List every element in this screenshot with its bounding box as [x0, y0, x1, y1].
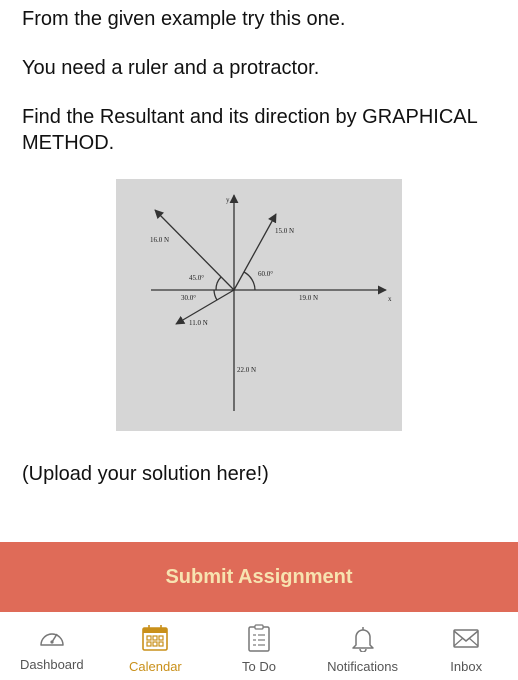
bell-icon	[351, 627, 374, 652]
tab-todo-label: To Do	[242, 659, 276, 674]
tab-notifications[interactable]: Notifications	[311, 612, 415, 680]
force-15n-label: 15.0 N	[275, 227, 294, 235]
instruction-line-2: You need a ruler and a protractor.	[22, 57, 320, 79]
angle-arc-30	[213, 289, 218, 301]
tab-bar: Dashboard Calendar To Do Notifications I…	[0, 612, 518, 680]
instruction-line-3: Find the Resultant and its direction by …	[22, 106, 478, 154]
angle-arc-45	[215, 276, 222, 291]
dashboard-icon	[40, 633, 64, 646]
inbox-icon	[453, 629, 479, 648]
force-15n-vector	[233, 213, 277, 291]
tab-todo[interactable]: To Do	[207, 612, 311, 680]
upload-note: (Upload your solution here!)	[22, 463, 269, 485]
angle-arc-60	[243, 271, 256, 291]
tab-dashboard[interactable]: Dashboard	[0, 612, 104, 680]
vector-diagram: y x 16.0 N 45.0° 15.0 N 60.0° 19.0 N 30.…	[116, 179, 402, 431]
instruction-line-1: From the given example try this one.	[22, 8, 346, 30]
tab-inbox-label: Inbox	[450, 659, 483, 674]
tab-notifications-label: Notifications	[327, 659, 398, 674]
force-19n-label: 19.0 N	[299, 294, 318, 302]
force-22n-label: 22.0 N	[237, 366, 256, 374]
tab-calendar[interactable]: Calendar	[104, 612, 208, 680]
tab-inbox[interactable]: Inbox	[414, 612, 518, 680]
x-axis-label: x	[388, 295, 392, 303]
submit-assignment-button[interactable]: Submit Assignment	[0, 542, 518, 612]
tab-calendar-label: Calendar	[129, 659, 182, 674]
vector-diagram-svg: y x 16.0 N 45.0° 15.0 N 60.0° 19.0 N 30.…	[150, 194, 392, 411]
calendar-icon	[142, 625, 169, 651]
angle-45-label: 45.0°	[189, 274, 204, 282]
angle-60-label: 60.0°	[258, 270, 273, 278]
force-16n-label: 16.0 N	[150, 236, 169, 244]
tab-dashboard-label: Dashboard	[19, 657, 84, 672]
y-axis-label: y	[226, 196, 230, 204]
force-11n-label: 11.0 N	[189, 319, 208, 327]
angle-30-label: 30.0°	[181, 294, 196, 302]
todo-icon	[248, 624, 270, 652]
